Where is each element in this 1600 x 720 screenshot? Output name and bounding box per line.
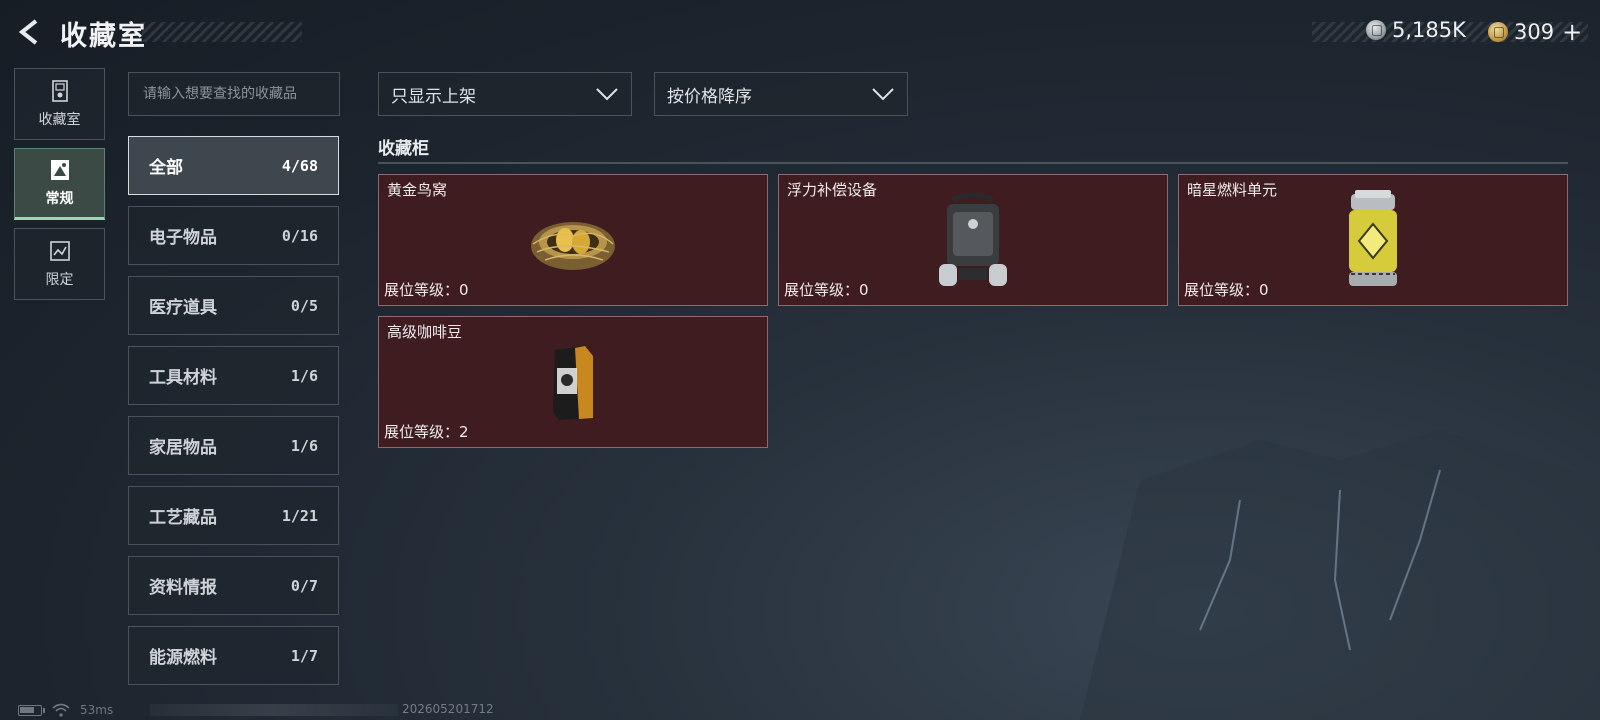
golden-nest-icon bbox=[531, 222, 615, 270]
collection-room-icon bbox=[51, 80, 68, 102]
nav-label: 收藏室 bbox=[38, 112, 81, 128]
chevron-down-icon bbox=[596, 88, 618, 101]
add-gold-button[interactable]: + bbox=[1562, 18, 1582, 46]
category-count: 1/7 bbox=[290, 646, 318, 665]
nav-item-regular[interactable]: 常规 bbox=[14, 148, 105, 220]
top-bar: 收藏室 5,185K 309 + bbox=[0, 0, 1600, 62]
category-all[interactable]: 全部 4/68 bbox=[128, 136, 339, 195]
status-decoration bbox=[150, 704, 398, 716]
nav-label: 限定 bbox=[45, 272, 74, 288]
item-name: 浮力补偿设备 bbox=[787, 181, 878, 199]
item-level: 展位等级：2 bbox=[384, 423, 469, 441]
wifi-icon bbox=[52, 703, 70, 717]
category-count: 4/68 bbox=[281, 156, 318, 175]
coffee-bag-icon bbox=[553, 346, 593, 420]
shelf-filter-value: 只显示上架 bbox=[391, 86, 476, 107]
category-count: 0/5 bbox=[290, 296, 318, 315]
category-name: 全部 bbox=[149, 158, 183, 178]
category-count: 1/6 bbox=[290, 436, 318, 455]
category-name: 资料情报 bbox=[149, 578, 217, 598]
regular-icon bbox=[50, 160, 69, 180]
nav-item-limited[interactable]: 限定 bbox=[14, 228, 105, 300]
item-level: 展位等级：0 bbox=[384, 281, 469, 299]
category-name: 工具材料 bbox=[149, 368, 217, 388]
item-card-coffee-beans[interactable]: 高级咖啡豆 展位等级：2 bbox=[378, 316, 768, 448]
chevron-down-icon bbox=[872, 88, 894, 101]
title-decoration bbox=[142, 22, 302, 42]
battery-icon bbox=[18, 704, 45, 716]
category-intel[interactable]: 资料情报 0/7 bbox=[128, 556, 339, 615]
category-medical[interactable]: 医疗道具 0/5 bbox=[128, 276, 339, 335]
item-level: 展位等级：0 bbox=[784, 281, 869, 299]
category-name: 家居物品 bbox=[149, 438, 217, 458]
section-divider bbox=[378, 162, 1568, 164]
nav-label: 常规 bbox=[45, 191, 74, 207]
category-fuel[interactable]: 能源燃料 1/7 bbox=[128, 626, 339, 685]
category-tools[interactable]: 工具材料 1/6 bbox=[128, 346, 339, 405]
buoyancy-device-icon bbox=[939, 192, 1007, 286]
nav-item-collection-room[interactable]: 收藏室 bbox=[14, 68, 105, 140]
search-input[interactable] bbox=[128, 72, 340, 116]
side-nav: 收藏室 常规 限定 bbox=[14, 68, 106, 308]
category-crafts[interactable]: 工艺藏品 1/21 bbox=[128, 486, 339, 545]
ping-value: 53ms bbox=[80, 703, 114, 717]
silver-coin-icon bbox=[1366, 20, 1386, 40]
category-name: 工艺藏品 bbox=[149, 508, 217, 528]
category-list: 全部 4/68 电子物品 0/16 医疗道具 0/5 工具材料 1/6 家居物品… bbox=[128, 136, 340, 696]
fuel-cell-icon bbox=[1349, 190, 1397, 286]
category-name: 医疗道具 bbox=[149, 298, 217, 318]
item-name: 黄金鸟窝 bbox=[387, 181, 448, 199]
category-name: 能源燃料 bbox=[149, 648, 217, 668]
item-name: 暗星燃料单元 bbox=[1187, 181, 1278, 199]
item-level: 展位等级：0 bbox=[1184, 281, 1269, 299]
shelf-filter-dropdown[interactable]: 只显示上架 bbox=[378, 72, 632, 116]
section-title: 收藏柜 bbox=[378, 139, 429, 159]
gold-amount: 309 bbox=[1514, 20, 1555, 44]
category-count: 0/7 bbox=[290, 576, 318, 595]
back-arrow-icon[interactable] bbox=[14, 16, 46, 48]
sort-value: 按价格降序 bbox=[667, 86, 752, 107]
sort-dropdown[interactable]: 按价格降序 bbox=[654, 72, 908, 116]
limited-icon bbox=[49, 241, 70, 261]
category-count: 1/6 bbox=[290, 366, 318, 385]
item-card-fuel-cell[interactable]: 暗星燃料单元 展位等级：0 bbox=[1178, 174, 1568, 306]
category-count: 1/21 bbox=[281, 506, 318, 525]
background-mountain bbox=[1080, 430, 1600, 720]
silver-amount: 5,185K bbox=[1392, 18, 1466, 42]
category-electronics[interactable]: 电子物品 0/16 bbox=[128, 206, 339, 265]
item-card-buoyancy-device[interactable]: 浮力补偿设备 展位等级：0 bbox=[778, 174, 1168, 306]
category-count: 0/16 bbox=[281, 226, 318, 245]
item-card-golden-nest[interactable]: 黄金鸟窝 展位等级：0 bbox=[378, 174, 768, 306]
category-household[interactable]: 家居物品 1/6 bbox=[128, 416, 339, 475]
build-number: 202605201712 bbox=[402, 702, 494, 716]
silver-currency: 5,185K bbox=[1366, 18, 1466, 42]
item-name: 高级咖啡豆 bbox=[387, 323, 463, 341]
gold-currency: 309 + bbox=[1488, 18, 1582, 46]
page-title: 收藏室 bbox=[60, 21, 147, 52]
gold-coin-icon bbox=[1488, 22, 1508, 42]
category-name: 电子物品 bbox=[149, 228, 217, 248]
status-bar: 53ms bbox=[18, 702, 113, 718]
